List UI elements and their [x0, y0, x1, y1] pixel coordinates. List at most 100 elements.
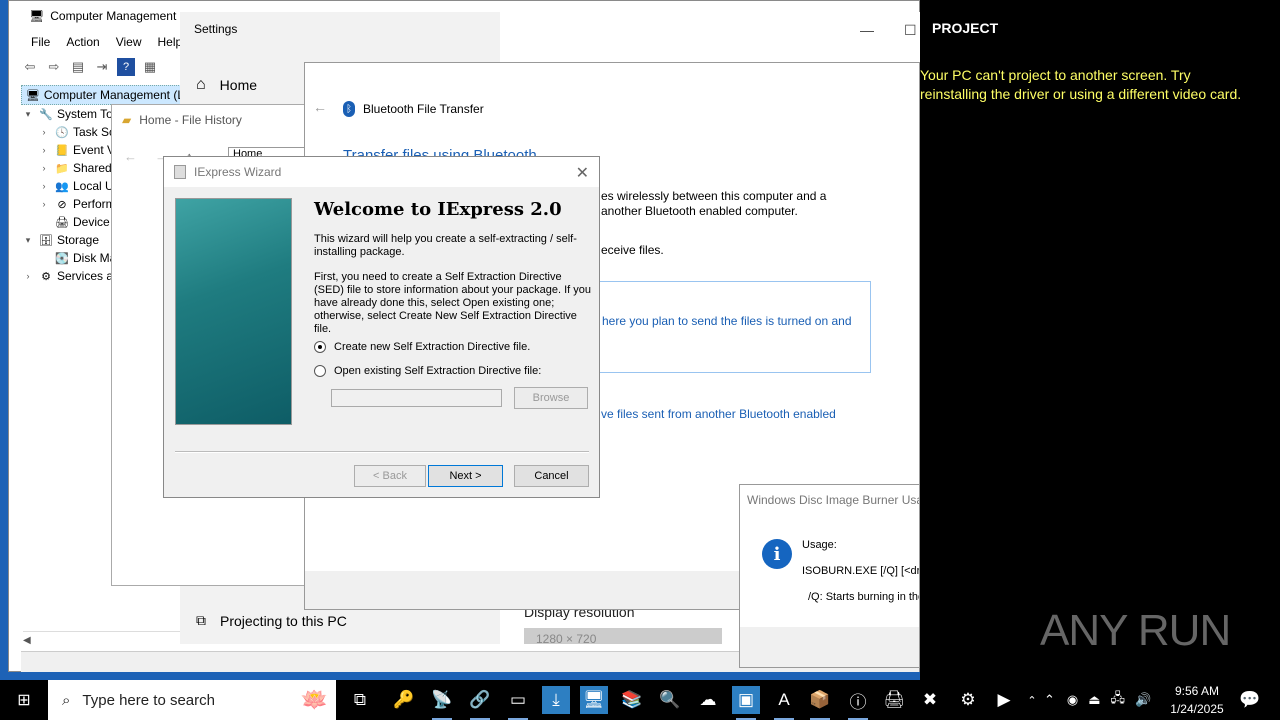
app-cloud-icon[interactable]: ☁ [694, 686, 722, 714]
app-settings-icon[interactable]: ⚙ [954, 686, 982, 714]
radio-create-new-sed[interactable]: Create new Self Extraction Directive fil… [314, 341, 530, 353]
app-console-icon[interactable]: ▭ [504, 686, 532, 720]
properties-icon[interactable]: ▦ [141, 58, 159, 76]
shared-folders-icon: 📁 [55, 162, 69, 175]
back-arrow-icon[interactable]: ← [124, 149, 137, 164]
app-iexpress-icon[interactable]: 📦 [806, 686, 834, 720]
volume-icon[interactable]: 🔊 [1135, 692, 1151, 708]
iso-usage-line: ISOBURN.EXE [/Q] [<drive>] <disc image> [802, 565, 920, 577]
iso-title[interactable]: Windows Disc Image Burner Usage [740, 485, 919, 515]
cancel-button[interactable]: Cancel [514, 465, 589, 487]
radio-unselected-icon [314, 365, 326, 377]
info-icon: i [762, 539, 792, 569]
task-view-icon[interactable]: ⧉ [346, 686, 374, 714]
ix-instructions-text: First, you need to create a Self Extract… [314, 271, 591, 335]
settings-home-link[interactable]: ⌂ Home [196, 76, 257, 94]
clock[interactable]: 9:56 AM 1/24/2025 [1166, 682, 1228, 718]
browse-button[interactable]: Browse [514, 387, 588, 409]
local-users-icon: 👥 [55, 180, 69, 193]
app-display-icon[interactable]: 🖥 [580, 686, 608, 714]
cm-title: Computer Management [50, 9, 177, 23]
help-icon[interactable]: ? [117, 58, 135, 76]
project-flyout: PROJECT Your PC can't project to another… [920, 0, 1280, 680]
taskbar-search-box[interactable]: ⌕ Type here to search 🪷 [48, 680, 336, 720]
chevron-right-icon[interactable]: › [37, 145, 51, 155]
forward-arrow-icon[interactable]: ⇨ [45, 58, 63, 76]
fh-title: Home - File History [139, 113, 242, 127]
disk-management-icon: 💽 [55, 252, 69, 265]
chevron-right-icon[interactable]: › [37, 199, 51, 209]
next-button[interactable]: Next > [428, 465, 503, 487]
menu-view[interactable]: View [116, 35, 142, 49]
app-books-icon[interactable]: 📚 [618, 686, 646, 714]
iso-usage-label: Usage: [802, 539, 837, 551]
chevron-down-icon[interactable]: ▾ [21, 109, 35, 120]
notification-center-icon[interactable]: 💬 [1236, 686, 1264, 714]
app-info-icon[interactable]: ⓘ [844, 686, 872, 720]
iexpress-wizard-dialog: IExpress Wizard ✕ Welcome to IExpress 2.… [163, 156, 600, 498]
usb-device-icon[interactable]: ⏏ [1088, 692, 1100, 708]
back-button[interactable]: < Back [354, 465, 426, 487]
radio-open-existing-sed[interactable]: Open existing Self Extraction Directive … [314, 365, 541, 377]
ix-heading: Welcome to IExpress 2.0 [314, 199, 562, 220]
taskbar-scroll-icon[interactable]: ⌃ [1022, 686, 1042, 714]
nav-projecting-to-this-pc[interactable]: ⧉ Projecting to this PC [196, 612, 347, 629]
sed-path-input[interactable] [331, 389, 502, 407]
app-settings-window-icon[interactable]: ▣ [732, 686, 760, 720]
system-tray: ⌃ ◉ ⏏ 🖧 🔊 [1044, 680, 1151, 720]
app-x-icon[interactable]: ✖ [916, 686, 944, 714]
minimize-icon[interactable]: — [860, 22, 874, 38]
chevron-up-icon[interactable]: ⌃ [1044, 692, 1055, 708]
folder-icon: ▰ [122, 113, 132, 127]
bt-titlebar: ᛒ Bluetooth File Transfer [343, 101, 484, 117]
back-arrow-icon[interactable]: ← [313, 99, 327, 115]
close-icon[interactable]: ✕ [576, 163, 589, 183]
performance-icon: ⊘ [57, 198, 67, 211]
app-magnifier-icon[interactable]: 🔍 [656, 686, 684, 714]
taskbar: ⊞ ⌕ Type here to search 🪷 ⧉ 🔑 📡 🔗 ▭ ⤓ 🖥 … [0, 680, 1280, 720]
export-list-icon[interactable]: ⇥ [93, 58, 111, 76]
ix-intro-text: This wizard will help you create a self-… [314, 233, 577, 258]
show-hide-tree-icon[interactable]: ▤ [69, 58, 87, 76]
app-media-player-icon[interactable]: ▶ [990, 686, 1018, 714]
bt-description: es wirelessly between this computer and … [601, 189, 827, 218]
display-resolution-dropdown[interactable]: 1280 × 720 [524, 628, 722, 646]
clock-date: 1/24/2025 [1170, 702, 1224, 716]
cm-toolbar: ⇦ ⇨ ▤ ⇥ ? ▦ [21, 55, 181, 79]
app-printer-icon[interactable]: 🖨 [880, 686, 908, 714]
app-install-icon[interactable]: ⤓ [542, 686, 570, 714]
services-icon: ⚙ [41, 270, 51, 283]
wireless-display-icon[interactable]: ◉ [1067, 692, 1078, 708]
back-arrow-icon[interactable]: ⇦ [21, 58, 39, 76]
maximize-icon[interactable]: ☐ [904, 22, 917, 39]
task-scheduler-icon: 🕓 [55, 126, 69, 139]
app-font-icon[interactable]: A [770, 686, 798, 720]
system-tools-icon: 🔧 [39, 108, 53, 121]
menu-action[interactable]: Action [66, 35, 99, 49]
ix-titlebar[interactable]: IExpress Wizard ✕ [164, 157, 599, 187]
chevron-down-icon[interactable]: ▾ [21, 235, 35, 246]
iso-body: i Usage: ISOBURN.EXE [/Q] [<drive>] <dis… [740, 515, 919, 627]
project-header: PROJECT [932, 20, 999, 36]
search-placeholder: Type here to search [82, 691, 215, 709]
app-wireless-icon[interactable]: 📡 [428, 686, 456, 720]
network-icon[interactable]: 🖧 [1111, 689, 1126, 711]
chevron-right-icon[interactable]: › [37, 163, 51, 173]
fh-titlebar[interactable]: ▰ Home - File History [122, 113, 242, 127]
bt-send-option[interactable]: here you plan to send the files is turne… [595, 281, 871, 373]
chevron-right-icon[interactable]: › [37, 127, 51, 137]
start-button[interactable]: ⊞ [10, 686, 38, 714]
computer-management-icon: 🖥 [25, 89, 40, 102]
wizard-banner-image [175, 198, 292, 425]
scroll-left-icon[interactable]: ◀ [23, 635, 31, 646]
menu-file[interactable]: File [31, 35, 50, 49]
chevron-right-icon[interactable]: › [37, 181, 51, 191]
storage-icon: 🗄 [39, 234, 53, 247]
bt-receive-option[interactable]: ve files sent from another Bluetooth ena… [601, 407, 836, 421]
menu-help[interactable]: Help [158, 35, 183, 49]
chevron-right-icon[interactable]: › [21, 271, 35, 281]
app-network-icon[interactable]: 🔗 [466, 686, 494, 720]
app-keys-icon[interactable]: 🔑 [390, 686, 418, 714]
ix-separator [175, 451, 589, 453]
iso-burner-dialog: Windows Disc Image Burner Usage i Usage:… [739, 484, 920, 668]
